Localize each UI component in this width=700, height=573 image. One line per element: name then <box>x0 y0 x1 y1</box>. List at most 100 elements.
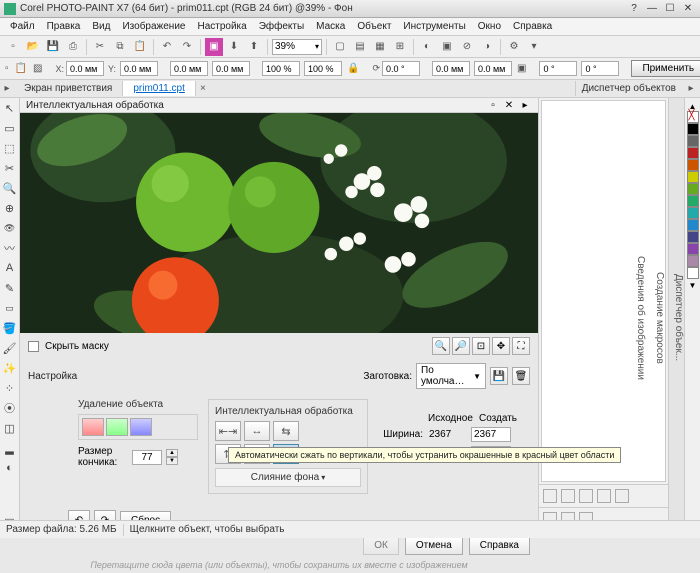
color-swatch[interactable] <box>687 255 699 267</box>
angle-value[interactable]: 0.0 ° <box>382 61 420 76</box>
tab-menu-icon[interactable]: ▸ <box>0 80 14 98</box>
color-swatch[interactable] <box>687 159 699 171</box>
expand-h-button[interactable]: ↔ <box>244 421 270 441</box>
menu-window[interactable]: Окно <box>472 19 507 34</box>
mask-rect-tool-icon[interactable]: ▭ <box>2 120 18 136</box>
delete-preset-icon[interactable]: 🗑 <box>512 367 530 385</box>
zoom-field[interactable]: 39%▾ <box>272 39 322 55</box>
size-up-icon[interactable]: ▲ <box>166 449 178 457</box>
scalex-value[interactable]: 100 % <box>262 61 300 76</box>
eyedropper-tool-icon[interactable]: ⦿ <box>2 400 18 416</box>
undo-icon[interactable]: ↶ <box>158 38 176 56</box>
color-swatch[interactable] <box>687 195 699 207</box>
copy-icon[interactable]: ⧉ <box>111 38 129 56</box>
preset-combo[interactable]: По умолча…▼ <box>416 363 486 389</box>
ok-button[interactable]: ОК <box>363 536 399 555</box>
pan-icon[interactable]: ✥ <box>492 337 510 355</box>
zoom-tool-icon[interactable]: 🔍 <box>2 180 18 196</box>
fit-icon[interactable]: ⊡ <box>472 337 490 355</box>
paint-tool-icon[interactable]: 🖌 <box>2 340 18 356</box>
color-swatch[interactable] <box>687 135 699 147</box>
combine-icon[interactable] <box>579 489 593 503</box>
image-sprayer-icon[interactable]: ⁘ <box>2 380 18 396</box>
width-value[interactable]: 0.0 мм <box>170 61 208 76</box>
contract-h-button[interactable]: ⇤⇥ <box>215 421 241 441</box>
mask-icon[interactable]: ◐ <box>418 38 436 56</box>
tab-document[interactable]: prim011.cpt <box>123 81 196 96</box>
background-icon[interactable]: ▨ <box>32 60 43 78</box>
text-tool-icon[interactable]: A <box>2 260 18 276</box>
eraser-tool-icon[interactable]: ◫ <box>2 420 18 436</box>
dialog-close-icon[interactable]: ✕ <box>502 98 516 112</box>
grid-icon[interactable]: ▦ <box>371 38 389 56</box>
menu-effects[interactable]: Эффекты <box>253 19 310 34</box>
color-swatch[interactable] <box>687 147 699 159</box>
menu-file[interactable]: Файл <box>4 19 41 34</box>
mask-overlay-icon[interactable]: ▣ <box>438 38 456 56</box>
new-object-icon[interactable] <box>543 489 557 503</box>
import-icon[interactable]: ⬇ <box>225 38 243 56</box>
menu-help[interactable]: Справка <box>507 19 558 34</box>
color-swatch[interactable] <box>687 123 699 135</box>
color-swatch[interactable] <box>687 231 699 243</box>
crop-tool-icon[interactable]: ✂ <box>2 160 18 176</box>
help-icon[interactable]: ? <box>626 2 642 16</box>
lock-ratio-icon[interactable]: 🔒 <box>346 60 360 78</box>
brush-size-input[interactable]: 77 <box>132 450 162 465</box>
launcher-icon[interactable]: ▣ <box>205 38 223 56</box>
redeye-tool-icon[interactable]: 👁 <box>2 220 18 236</box>
fullscreen-icon[interactable]: ▢ <box>331 38 349 56</box>
menu-object[interactable]: Объект <box>351 19 397 34</box>
x-value[interactable]: 0.0 мм <box>66 61 104 76</box>
menu-image[interactable]: Изображение <box>116 19 191 34</box>
clear-mask-icon[interactable]: ⊘ <box>458 38 476 56</box>
pick-tool-icon[interactable]: ↖ <box>2 100 18 116</box>
color-swatch[interactable] <box>687 267 699 279</box>
print-icon[interactable]: ⎙ <box>64 38 82 56</box>
side-tab-macros[interactable]: Создание макросов <box>654 272 665 364</box>
help-button[interactable]: Справка <box>469 536 530 555</box>
color-swatch[interactable] <box>687 219 699 231</box>
effect-tool-icon[interactable]: ✨ <box>2 360 18 376</box>
save-icon[interactable]: 💾 <box>44 38 62 56</box>
preview-canvas[interactable] <box>20 113 538 333</box>
dialog-restore-icon[interactable]: ▫ <box>486 98 500 112</box>
minimize-icon[interactable]: — <box>644 2 660 16</box>
color-swatch[interactable] <box>687 243 699 255</box>
rulers-icon[interactable]: ▤ <box>351 38 369 56</box>
relative-icon[interactable]: ▣ <box>516 60 527 78</box>
new-lens-icon[interactable] <box>561 489 575 503</box>
erase-brush-button[interactable] <box>130 418 152 436</box>
menu-view[interactable]: Вид <box>86 19 116 34</box>
save-preset-icon[interactable]: 💾 <box>490 367 508 385</box>
swatch-none[interactable]: ╳ <box>687 111 699 123</box>
transparency-tool-icon[interactable]: ◐ <box>2 460 18 476</box>
shadow-tool-icon[interactable]: ▂ <box>2 440 18 456</box>
apply-button[interactable]: Применить <box>631 60 700 77</box>
protect-brush-button[interactable] <box>106 418 128 436</box>
app-launcher-icon[interactable]: ▾ <box>525 38 543 56</box>
side-tab-objects[interactable]: Диспетчер объек... <box>673 274 684 361</box>
zoom-out-icon[interactable]: 🔎 <box>452 337 470 355</box>
color-swatch[interactable] <box>687 183 699 195</box>
paste-icon[interactable]: 📋 <box>131 38 149 56</box>
dialog-menu-icon[interactable]: ▸ <box>518 98 532 112</box>
height-value[interactable]: 0.0 мм <box>212 61 250 76</box>
tab-welcome[interactable]: Экран приветствия <box>14 81 123 96</box>
clipboard-icon[interactable]: 📋 <box>14 60 28 78</box>
invert-mask-icon[interactable]: ◑ <box>478 38 496 56</box>
size-down-icon[interactable]: ▼ <box>166 457 178 465</box>
bg-blend-combo[interactable]: Слияние фона▾ <box>215 468 361 487</box>
clone-tool-icon[interactable]: ⊕ <box>2 200 18 216</box>
maximize-icon[interactable]: ☐ <box>662 2 678 16</box>
liquid-tool-icon[interactable]: 〰 <box>2 240 18 256</box>
color-swatch[interactable] <box>687 171 699 183</box>
redo-icon[interactable]: ↷ <box>178 38 196 56</box>
menu-tools[interactable]: Инструменты <box>397 19 471 34</box>
rectangle-tool-icon[interactable]: ▭ <box>2 300 18 316</box>
palette-down-icon[interactable]: ▼ <box>689 281 697 290</box>
open-icon[interactable]: 📂 <box>24 38 42 56</box>
dx-value[interactable]: 0.0 мм <box>432 61 470 76</box>
width-create-input[interactable]: 2367 <box>471 427 511 442</box>
menu-mask[interactable]: Маска <box>310 19 351 34</box>
